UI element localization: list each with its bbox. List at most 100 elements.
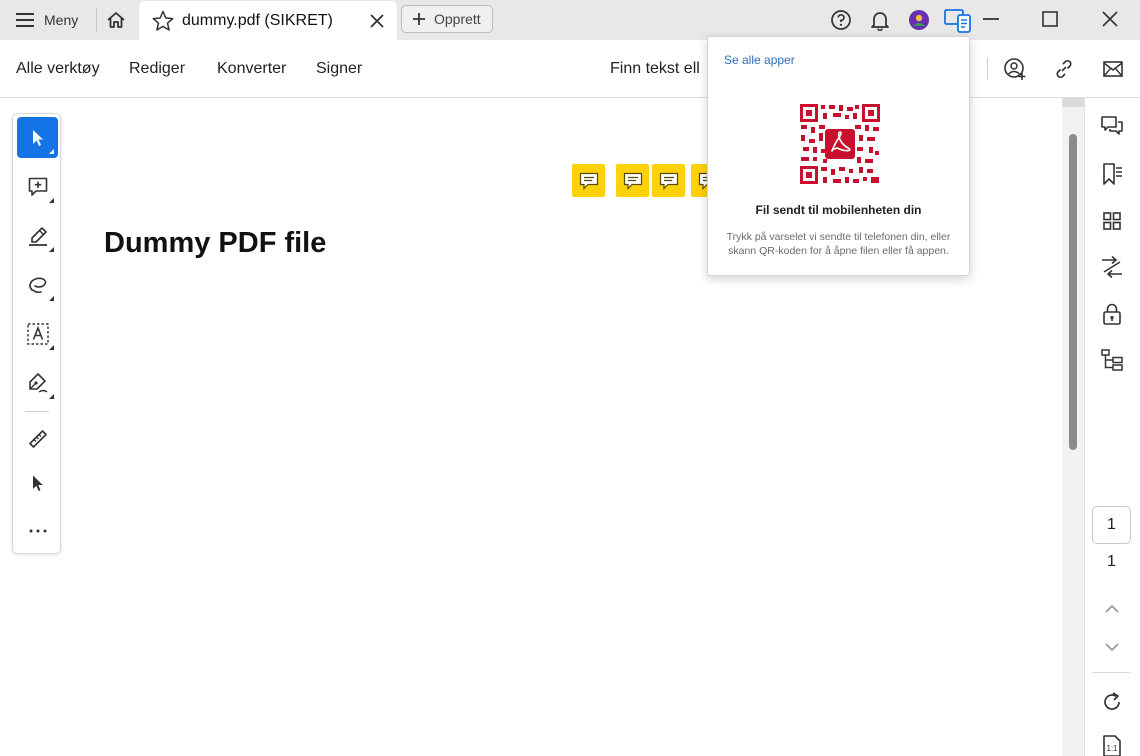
menu-convert[interactable]: Konverter	[217, 60, 286, 78]
quick-tools-panel	[12, 113, 61, 554]
freehand-draw-icon	[28, 277, 46, 293]
structure-icon	[1101, 349, 1123, 371]
measure-tool[interactable]	[17, 418, 58, 459]
add-comment-tool[interactable]	[17, 166, 58, 207]
minimize-button[interactable]	[976, 6, 1006, 32]
title-bar: Meny dummy.pdf (SIKRET) Opprett	[0, 0, 1140, 40]
tool-expand-indicator	[49, 345, 54, 350]
help-button[interactable]	[829, 8, 853, 32]
lock-icon	[1103, 303, 1121, 325]
thumbnails-panel-button[interactable]	[1098, 207, 1126, 235]
pointer-tool[interactable]	[17, 462, 58, 503]
previous-page-button[interactable]	[1098, 595, 1126, 623]
next-page-button[interactable]	[1098, 633, 1126, 661]
menu-sign[interactable]: Signer	[316, 60, 362, 78]
comment-note[interactable]	[616, 164, 649, 197]
scrollbar-top-cap	[1062, 98, 1084, 107]
toolbar-separator	[987, 58, 988, 80]
chevron-up-icon	[1105, 604, 1119, 613]
tool-expand-indicator	[49, 149, 54, 154]
rotate-button[interactable]	[1098, 688, 1126, 716]
draw-tool[interactable]	[17, 264, 58, 305]
sent-description: Trykk på varselet vi sendte til telefone…	[726, 231, 951, 257]
chevron-down-icon	[1105, 643, 1119, 652]
menu-edit[interactable]: Rediger	[129, 60, 185, 78]
mail-icon	[1103, 61, 1123, 77]
actual-size-button[interactable]: 1:1	[1098, 732, 1126, 756]
total-pages: 1	[1107, 553, 1116, 570]
select-tool[interactable]	[17, 117, 58, 158]
sign-tool[interactable]	[17, 362, 58, 403]
comment-icon	[579, 172, 598, 190]
close-tab-icon[interactable]	[367, 11, 387, 31]
grid-icon	[1103, 212, 1121, 230]
organize-pages-button[interactable]	[1098, 346, 1126, 374]
create-label: Opprett	[434, 11, 481, 27]
tool-divider	[25, 411, 49, 412]
acrobat-window: Meny dummy.pdf (SIKRET) Opprett Alle ver…	[0, 0, 1140, 756]
hamburger-icon	[16, 13, 34, 27]
maximize-button[interactable]	[1035, 6, 1065, 32]
help-icon	[831, 10, 851, 30]
sign-pen-icon	[28, 372, 47, 393]
rotate-icon	[1104, 692, 1120, 710]
bell-icon	[871, 12, 889, 31]
highlight-pen-icon	[28, 226, 47, 246]
pointer-icon	[32, 475, 43, 491]
plus-icon	[413, 13, 425, 25]
profile-button[interactable]	[907, 8, 931, 32]
document-tab[interactable]: dummy.pdf (SIKRET)	[139, 1, 397, 40]
add-comment-icon	[28, 177, 47, 196]
tool-expand-indicator	[49, 198, 54, 203]
share-with-people-button[interactable]	[1002, 56, 1028, 82]
menu-all-tools[interactable]: Alle verktøy	[16, 60, 100, 78]
more-icon	[29, 529, 46, 532]
protect-panel-button[interactable]	[1098, 300, 1126, 328]
measure-ruler-icon	[28, 429, 47, 448]
link-icon	[1056, 59, 1072, 79]
highlight-tool[interactable]	[17, 215, 58, 256]
current-page-input[interactable]: 1	[1092, 506, 1131, 544]
bookmark-icon	[1103, 163, 1122, 185]
rail-separator	[1092, 672, 1131, 673]
comments-panel-button[interactable]	[1098, 112, 1126, 140]
comment-icon	[623, 172, 642, 190]
copy-link-button[interactable]	[1051, 56, 1077, 82]
maximize-icon	[1042, 11, 1058, 27]
close-icon	[1102, 11, 1118, 27]
notifications-button[interactable]	[868, 8, 892, 32]
tool-expand-indicator	[49, 394, 54, 399]
qr-code-image	[799, 103, 881, 185]
comment-note[interactable]	[572, 164, 605, 197]
more-tools-button[interactable]	[17, 510, 58, 551]
home-button[interactable]	[100, 6, 132, 34]
select-arrow-icon	[32, 129, 43, 146]
send-to-mobile-icon	[944, 9, 971, 33]
see-all-apps-link[interactable]: Se alle apper	[724, 53, 795, 67]
scrollbar-thumb[interactable]	[1069, 134, 1077, 450]
close-window-button[interactable]	[1095, 6, 1125, 32]
title-separator	[96, 8, 97, 32]
minimize-icon	[983, 18, 999, 20]
bookmarks-panel-button[interactable]	[1098, 160, 1126, 188]
actual-size-icon: 1:1	[1103, 735, 1121, 756]
sent-title: Fil sendt til mobilenheten din	[755, 203, 922, 217]
send-to-mobile-button[interactable]	[941, 6, 975, 36]
text-box-tool[interactable]	[17, 313, 58, 354]
menu-label: Meny	[44, 12, 79, 28]
compare-panel-button[interactable]	[1098, 253, 1126, 281]
comment-icon	[659, 172, 678, 190]
compare-icon	[1102, 255, 1122, 279]
find-text-button[interactable]: Finn tekst ell	[610, 60, 700, 78]
tool-expand-indicator	[49, 296, 54, 301]
document-heading: Dummy PDF file	[104, 227, 327, 259]
create-button[interactable]: Opprett	[401, 5, 493, 33]
comment-note[interactable]	[652, 164, 685, 197]
menu-button[interactable]: Meny	[8, 6, 86, 34]
star-icon[interactable]	[151, 9, 175, 33]
comments-icon	[1101, 116, 1123, 135]
text-box-icon	[26, 322, 49, 345]
add-person-icon	[1004, 58, 1026, 80]
avatar-icon	[909, 10, 929, 30]
email-button[interactable]	[1100, 56, 1126, 82]
